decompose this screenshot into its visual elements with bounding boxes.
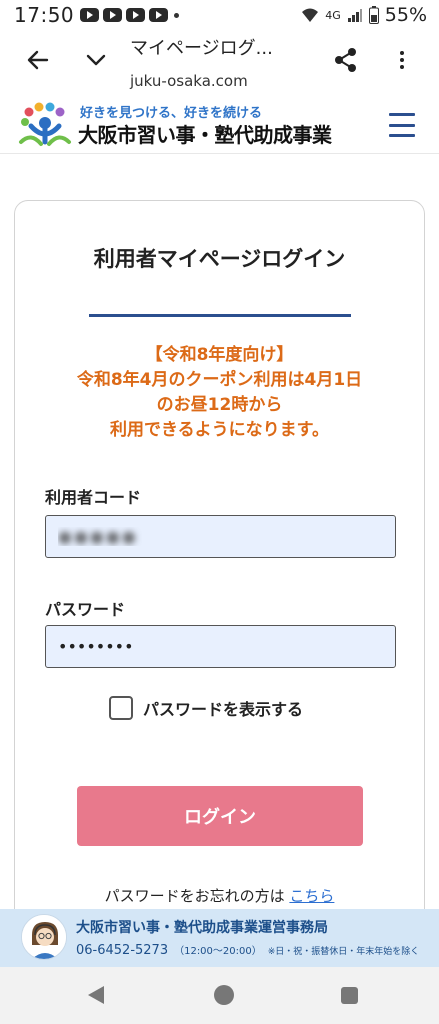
nav-home-icon[interactable] bbox=[214, 985, 234, 1005]
coupon-notice: 【令和8年度向け】 令和8年4月のクーポン利用は4月1日 のお昼12時から 利用… bbox=[15, 343, 424, 443]
signal-icon bbox=[347, 9, 362, 22]
browser-toolbar: マイページログ... juku-osaka.com bbox=[0, 30, 439, 96]
more-options-icon[interactable] bbox=[388, 44, 416, 76]
network-type: 4G bbox=[325, 8, 341, 22]
status-time: 17:50 bbox=[14, 3, 75, 27]
contact-info: 06-6452-5273 （12:00～20:00） ※日・祝・振替休日・年末年… bbox=[76, 942, 419, 958]
user-code-label: 利用者コード bbox=[45, 488, 142, 507]
notice-line: 【令和8年度向け】 bbox=[145, 345, 294, 365]
operator-avatar bbox=[21, 914, 67, 960]
phone-number[interactable]: 06-6452-5273 bbox=[76, 943, 168, 958]
support-banner[interactable]: 大阪市習い事・塾代助成事業運営事務局 06-6452-5273 （12:00～2… bbox=[0, 909, 439, 967]
back-arrow-icon[interactable] bbox=[22, 44, 54, 76]
show-password-checkbox[interactable] bbox=[109, 696, 133, 720]
youtube-notification-icon bbox=[103, 8, 123, 22]
title-divider bbox=[89, 314, 351, 317]
login-card: 利用者マイページログイン 【令和8年度向け】 令和8年4月のクーポン利用は4月1… bbox=[14, 200, 425, 960]
business-hours: （12:00～20:00） bbox=[174, 946, 262, 957]
url-display[interactable]: juku-osaka.com bbox=[130, 72, 248, 90]
login-title: 利用者マイページログイン bbox=[93, 247, 346, 271]
status-right: 4G 55% bbox=[301, 4, 427, 26]
nav-back-icon[interactable] bbox=[88, 986, 104, 1004]
youtube-notification-icon bbox=[149, 8, 169, 22]
nav-recents-icon[interactable] bbox=[341, 987, 358, 1004]
battery-icon bbox=[368, 6, 379, 24]
system-navigation-bar bbox=[0, 967, 439, 1024]
site-logo[interactable] bbox=[17, 102, 73, 148]
page-title: マイページログ... bbox=[130, 38, 273, 59]
chevron-down-icon[interactable] bbox=[80, 44, 112, 76]
wifi-calling-icon bbox=[302, 8, 319, 22]
forgot-password-text: パスワードをお忘れの方は bbox=[104, 887, 285, 905]
site-name[interactable]: 大阪市習い事・塾代助成事業 bbox=[78, 119, 332, 148]
notification-icons bbox=[80, 8, 180, 22]
login-button[interactable]: ログイン bbox=[77, 786, 363, 846]
site-header: 好きを見つける、好きを続ける 大阪市習い事・塾代助成事業 bbox=[0, 96, 439, 154]
forgot-password-link[interactable]: こちら bbox=[289, 887, 334, 905]
forgot-password: パスワードをお忘れの方は こちら bbox=[15, 885, 424, 906]
closed-days-note: ※日・祝・振替休日・年末年始を除く bbox=[267, 947, 420, 957]
user-code-input[interactable] bbox=[45, 515, 396, 558]
youtube-notification-icon bbox=[80, 8, 100, 22]
youtube-notification-icon bbox=[126, 8, 146, 22]
password-label: パスワード bbox=[45, 600, 126, 619]
notice-line: 利用できるようになります。 bbox=[110, 420, 329, 440]
show-password-toggle[interactable]: パスワードを表示する bbox=[109, 696, 303, 720]
share-icon[interactable] bbox=[330, 44, 362, 76]
battery-percentage: 55% bbox=[384, 4, 427, 26]
more-notifications-icon bbox=[174, 12, 180, 18]
show-password-label[interactable]: パスワードを表示する bbox=[143, 696, 303, 720]
office-name: 大阪市習い事・塾代助成事業運営事務局 bbox=[76, 920, 328, 936]
hamburger-menu-icon[interactable] bbox=[389, 113, 415, 137]
notice-line: のお昼12時から bbox=[156, 395, 283, 415]
status-bar: 17:50 4G 55% bbox=[0, 0, 439, 30]
notice-line: 令和8年4月のクーポン利用は4月1日 bbox=[76, 370, 363, 390]
password-input[interactable] bbox=[45, 625, 396, 668]
